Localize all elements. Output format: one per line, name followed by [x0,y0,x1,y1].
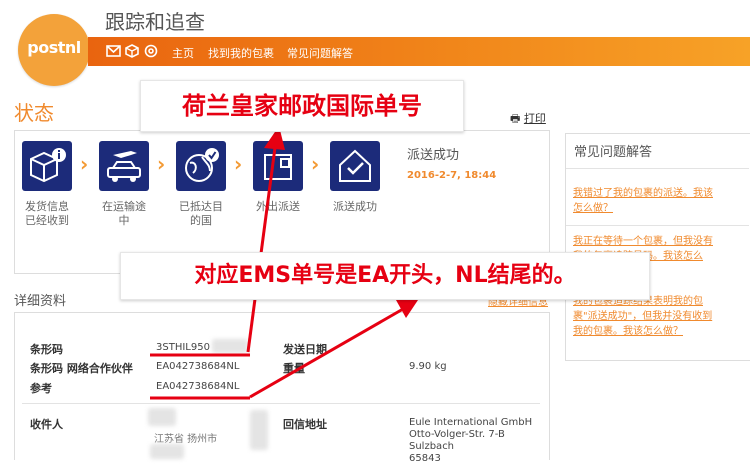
arrow-to-ems [249,303,411,399]
annotation-box-top: 荷兰皇家邮政国际单号 [140,80,464,132]
annotation-text-top: 荷兰皇家邮政国际单号 [182,92,422,120]
arrow-to-title [246,139,278,353]
arrowhead-right [396,297,420,318]
annotation-box-middle: 对应EMS单号是EA开头，NL结尾的。 [120,252,650,300]
annotation-text-middle: 对应EMS单号是EA开头，NL结尾的。 [194,263,576,288]
annotation-arrows [150,126,420,400]
